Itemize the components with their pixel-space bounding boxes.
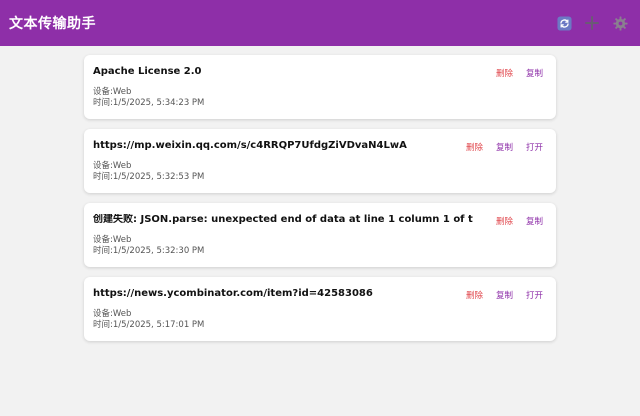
- settings-button[interactable]: [612, 15, 628, 31]
- device-value: Web: [112, 309, 132, 319]
- message-card: Apache License 2.0 设备: Web 时间: 1/5/2025,…: [84, 55, 556, 119]
- header-actions: [556, 15, 628, 31]
- open-button[interactable]: 打开: [526, 289, 543, 301]
- message-meta: 设备: Web 时间: 1/5/2025, 5:34:23 PM: [93, 87, 546, 109]
- message-text: https://news.ycombinator.com/item?id=425…: [93, 288, 373, 299]
- device-label: 设备:: [93, 161, 113, 171]
- message-text: Apache License 2.0: [93, 66, 202, 77]
- time-value: 1/5/2025, 5:34:23 PM: [112, 98, 205, 108]
- message-list: Apache License 2.0 设备: Web 时间: 1/5/2025,…: [84, 55, 556, 351]
- device-line: 设备: Web: [93, 161, 546, 172]
- message-card: 创建失败: JSON.parse: unexpected end of data…: [84, 203, 556, 267]
- time-line: 时间: 1/5/2025, 5:17:01 PM: [93, 320, 546, 331]
- open-button[interactable]: 打开: [526, 141, 543, 153]
- time-value: 1/5/2025, 5:32:53 PM: [112, 172, 205, 182]
- time-line: 时间: 1/5/2025, 5:34:23 PM: [93, 98, 546, 109]
- time-label: 时间:: [93, 320, 113, 330]
- device-label: 设备:: [93, 87, 113, 97]
- message-card: https://mp.weixin.qq.com/s/c4RRQP7UfdgZi…: [84, 129, 556, 193]
- time-value: 1/5/2025, 5:32:30 PM: [112, 246, 205, 256]
- device-value: Web: [112, 235, 132, 245]
- time-label: 时间:: [93, 172, 113, 182]
- device-value: Web: [112, 161, 132, 171]
- card-actions: 删除 复制 打开: [466, 141, 543, 153]
- message-card: https://news.ycombinator.com/item?id=425…: [84, 277, 556, 341]
- device-line: 设备: Web: [93, 87, 546, 98]
- app-title: 文本传输助手: [9, 16, 96, 32]
- copy-button[interactable]: 复制: [526, 215, 543, 227]
- copy-button[interactable]: 复制: [496, 289, 513, 301]
- time-label: 时间:: [93, 246, 113, 256]
- add-button[interactable]: [584, 15, 600, 31]
- device-line: 设备: Web: [93, 235, 546, 246]
- card-actions: 删除 复制 打开: [466, 289, 543, 301]
- message-text: 创建失败: JSON.parse: unexpected end of data…: [93, 214, 473, 225]
- delete-button[interactable]: 删除: [496, 215, 513, 227]
- message-meta: 设备: Web 时间: 1/5/2025, 5:32:30 PM: [93, 235, 546, 257]
- refresh-icon: [556, 15, 572, 31]
- gear-icon: [612, 15, 628, 31]
- time-value: 1/5/2025, 5:17:01 PM: [112, 320, 205, 330]
- device-label: 设备:: [93, 235, 113, 245]
- message-meta: 设备: Web 时间: 1/5/2025, 5:32:53 PM: [93, 161, 546, 183]
- time-label: 时间:: [93, 98, 113, 108]
- message-text: https://mp.weixin.qq.com/s/c4RRQP7UfdgZi…: [93, 140, 407, 151]
- plus-icon: [585, 16, 599, 30]
- delete-button[interactable]: 删除: [466, 141, 483, 153]
- device-label: 设备:: [93, 309, 113, 319]
- app-header: 文本传输助手: [0, 0, 640, 46]
- device-line: 设备: Web: [93, 309, 546, 320]
- device-value: Web: [112, 87, 132, 97]
- copy-button[interactable]: 复制: [496, 141, 513, 153]
- delete-button[interactable]: 删除: [496, 67, 513, 79]
- refresh-button[interactable]: [556, 15, 572, 31]
- card-actions: 删除 复制: [496, 215, 543, 227]
- card-actions: 删除 复制: [496, 67, 543, 79]
- delete-button[interactable]: 删除: [466, 289, 483, 301]
- message-meta: 设备: Web 时间: 1/5/2025, 5:17:01 PM: [93, 309, 546, 331]
- copy-button[interactable]: 复制: [526, 67, 543, 79]
- time-line: 时间: 1/5/2025, 5:32:30 PM: [93, 246, 546, 257]
- time-line: 时间: 1/5/2025, 5:32:53 PM: [93, 172, 546, 183]
